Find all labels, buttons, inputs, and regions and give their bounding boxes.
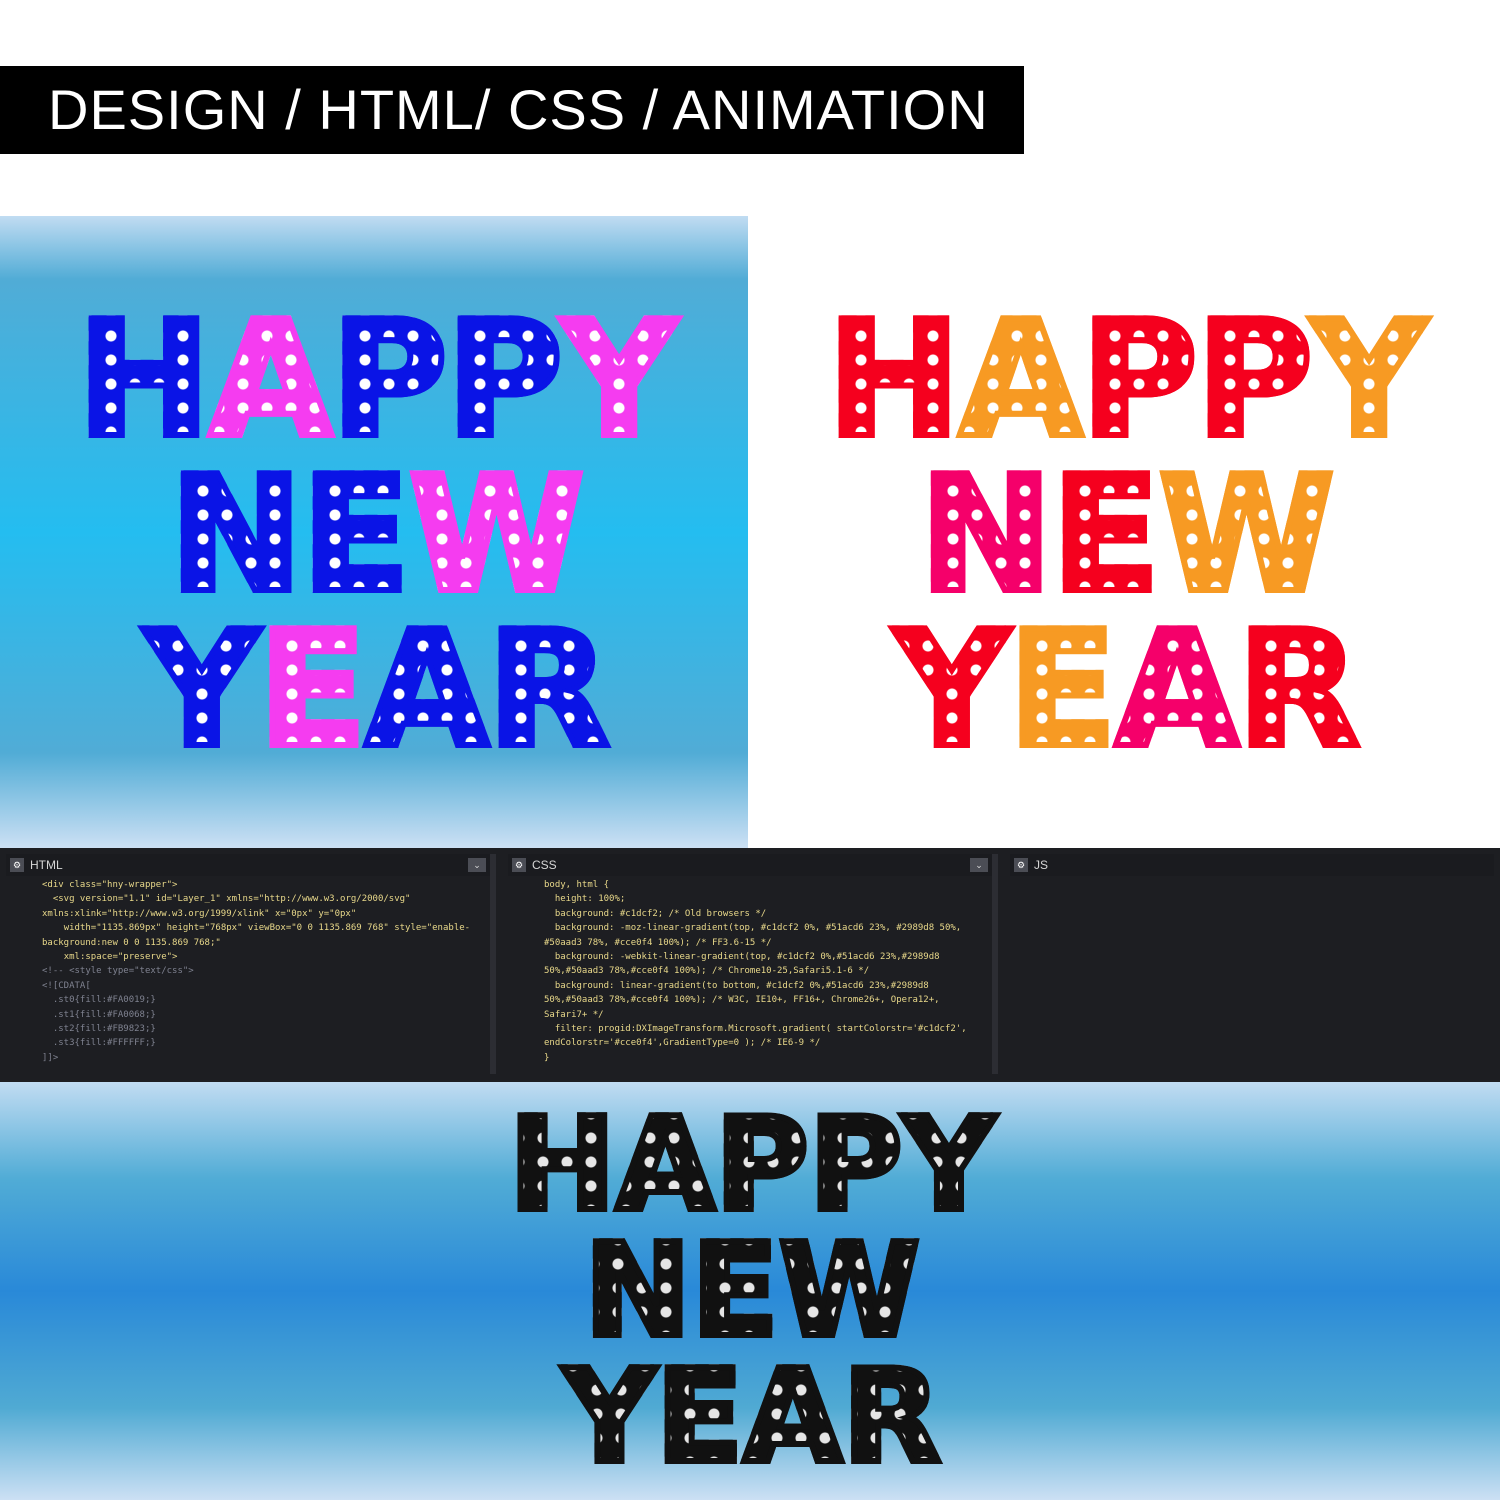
text-line: NEW <box>581 1217 923 1366</box>
code-editor: ⚙ HTML ⌄ <div class="hny-wrapper"> <svg ve… <box>0 848 1500 1082</box>
chevron-down-icon[interactable]: ⌄ <box>468 858 486 872</box>
code-line: <![CDATA[ <box>42 980 91 991</box>
marquee-letter: H <box>506 1091 619 1240</box>
marquee-letter: A <box>956 285 1086 473</box>
pane-label: JS <box>1034 858 1049 872</box>
marquee-letter: A <box>206 285 336 473</box>
code-line: background: -webkit-linear-gradient(top,… <box>544 952 945 977</box>
code-line: <!-- <style type="text/css"> <box>42 966 194 977</box>
preview-blue: HAPPYNEWYEAR <box>0 216 748 848</box>
gear-icon[interactable]: ⚙ <box>512 858 526 872</box>
text-line: NEW <box>916 440 1338 628</box>
marquee-letter: P <box>1193 285 1316 473</box>
code-line: .st0{fill:#FA0019;} <box>42 995 156 1006</box>
marquee-letter: E <box>1048 440 1163 628</box>
css-pane: ⚙ CSS ⌄ body, html { height: 100%; backgro… <box>508 854 998 1074</box>
code-line: background: linear-gradient(to bottom, #… <box>544 980 945 1020</box>
marquee-letter: A <box>613 1091 718 1240</box>
marquee-letter: R <box>484 595 613 783</box>
marquee-letter: Y <box>891 595 1013 783</box>
text-line: HAPPY <box>824 285 1430 473</box>
marquee-letter: Y <box>900 1091 999 1240</box>
code-line: <div class="hny-wrapper"> <box>42 880 178 890</box>
preview-white: HAPPYNEWYEAR <box>748 216 1500 848</box>
marquee-letter: E <box>1005 595 1120 783</box>
code-line: background: -moz-linear-gradient(top, #c… <box>544 923 967 948</box>
marquee-letter: P <box>1078 285 1201 473</box>
pane-label: CSS <box>532 858 557 872</box>
js-pane: ⚙ JS <box>1010 854 1494 1074</box>
preview-gradient: HAPPYNEWYEAR <box>0 1082 1500 1500</box>
code-line: ]]> <box>42 1052 59 1063</box>
marquee-letter: A <box>1112 595 1242 783</box>
marquee-letter: W <box>405 440 588 628</box>
marquee-letter: P <box>712 1091 812 1240</box>
text-line: HAPPY <box>74 285 680 473</box>
html-code[interactable]: <div class="hny-wrapper"> <svg version="… <box>6 876 490 1074</box>
marquee-letter: Y <box>1308 285 1430 473</box>
code-line: <svg version="1.1" id="Layer_1" xmlns="h… <box>42 894 416 919</box>
marquee-letter: P <box>806 1091 906 1240</box>
gear-icon[interactable]: ⚙ <box>1014 858 1028 872</box>
code-line: background: #c1dcf2; /* Old browsers */ <box>544 908 767 919</box>
marquee-letter: Y <box>560 1343 659 1492</box>
text-line: YEAR <box>891 595 1363 783</box>
marquee-letter: P <box>443 285 566 473</box>
code-line: width="1135.869px" height="768px" viewBo… <box>42 923 471 948</box>
js-code[interactable] <box>1010 876 1494 1074</box>
text-line: HAPPY <box>506 1091 999 1240</box>
marquee-letter: W <box>776 1217 923 1366</box>
text-line: NEW <box>166 440 588 628</box>
marquee-letter: P <box>328 285 451 473</box>
marquee-letter: R <box>839 1343 944 1492</box>
banner-title: DESIGN / HTML/ CSS / ANIMATION <box>0 66 1024 154</box>
code-line: .st3{fill:#FFFFFF;} <box>42 1038 156 1049</box>
marquee-letter: E <box>653 1343 746 1492</box>
code-line: height: 100%; <box>544 894 626 905</box>
code-line: body, html { <box>544 880 610 890</box>
marquee-letter: W <box>1155 440 1338 628</box>
text-line: YEAR <box>141 595 613 783</box>
marquee-letter: N <box>581 1217 694 1366</box>
code-line: .st1{fill:#FA0068;} <box>42 1009 156 1020</box>
text-line: YEAR <box>560 1343 944 1492</box>
marquee-letter: A <box>362 595 492 783</box>
marquee-letter: E <box>255 595 370 783</box>
css-code[interactable]: body, html { height: 100%; background: #… <box>508 876 992 1074</box>
code-line: filter: progid:DXImageTransform.Microsof… <box>544 1024 973 1049</box>
marquee-letter: A <box>740 1343 845 1492</box>
marquee-letter: E <box>298 440 413 628</box>
html-pane: ⚙ HTML ⌄ <div class="hny-wrapper"> <svg ve… <box>6 854 496 1074</box>
pane-label: HTML <box>30 858 63 872</box>
code-line: } <box>544 1052 550 1063</box>
marquee-letter: E <box>688 1217 781 1366</box>
gear-icon[interactable]: ⚙ <box>10 858 24 872</box>
marquee-letter: Y <box>558 285 680 473</box>
marquee-letter: Y <box>141 595 263 783</box>
marquee-letter: H <box>74 285 214 473</box>
chevron-down-icon[interactable]: ⌄ <box>970 858 988 872</box>
marquee-letter: N <box>916 440 1056 628</box>
code-line: xml:space="preserve"> <box>42 952 178 963</box>
marquee-letter: N <box>166 440 306 628</box>
marquee-letter: H <box>824 285 964 473</box>
marquee-letter: R <box>1234 595 1363 783</box>
code-line: .st2{fill:#FB9823;} <box>42 1024 156 1035</box>
